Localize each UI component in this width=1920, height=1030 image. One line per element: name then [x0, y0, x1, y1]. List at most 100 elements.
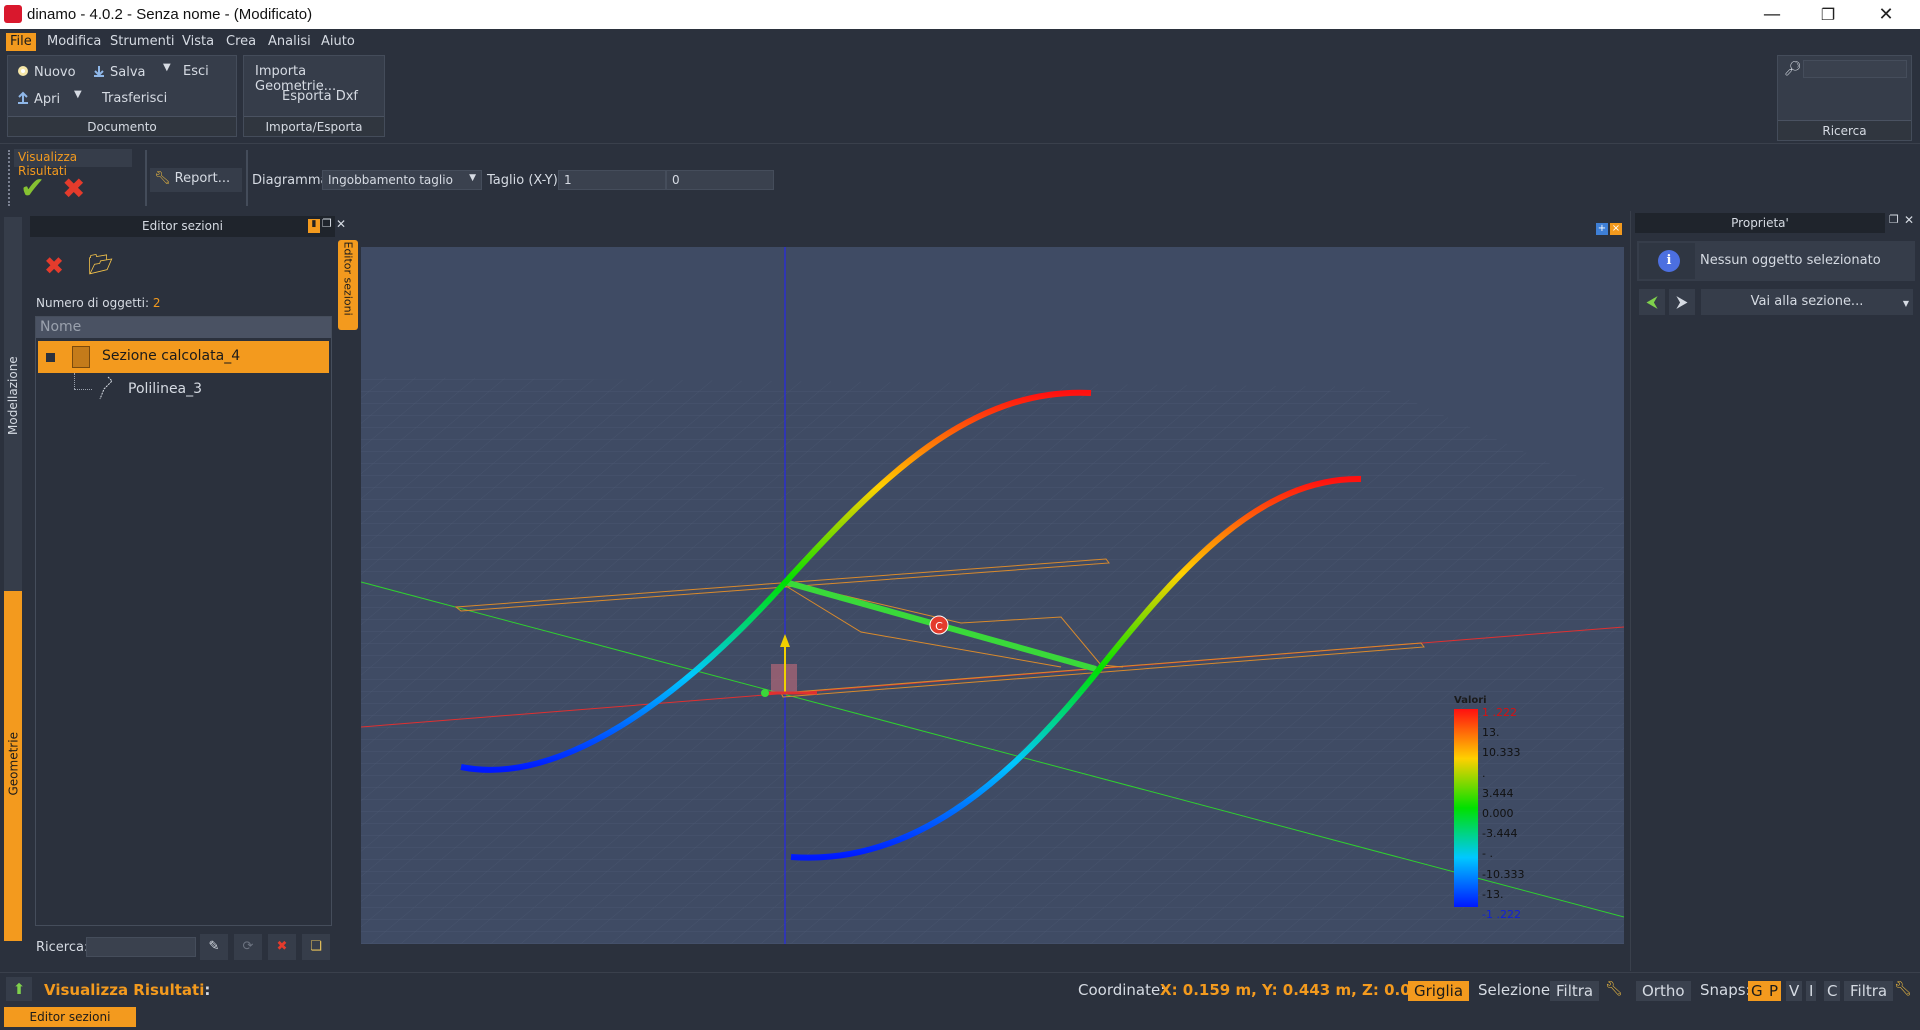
- trasferisci-button[interactable]: Trasferisci: [102, 91, 167, 106]
- tree-line: [74, 373, 75, 389]
- list-item[interactable]: Sezione calcolata_4: [38, 341, 329, 373]
- legend-label: -10.333: [1482, 867, 1525, 881]
- tab-editor-sezioni-bottom[interactable]: Editor sezioni: [4, 1007, 136, 1027]
- legend-labels: 1 .222 13. 10.333 . 3.444 0.000 -3.444 -…: [1482, 703, 1524, 925]
- close-view-icon[interactable]: ×: [1610, 223, 1622, 235]
- coord-label: Coordinate:: [1078, 981, 1166, 999]
- up-arrow-icon[interactable]: ⬆: [6, 977, 32, 1001]
- float-icon[interactable]: ❐: [1889, 213, 1899, 226]
- menu-strumenti[interactable]: Strumenti: [106, 33, 179, 51]
- tab-geometrie[interactable]: Geometrie: [4, 591, 22, 941]
- polyline-icon: [94, 375, 116, 403]
- forward-arrow-icon[interactable]: ⮞: [1669, 289, 1695, 315]
- brush-icon[interactable]: ✎: [200, 934, 228, 960]
- panel-title: Editor sezioni: [30, 216, 335, 237]
- report-button[interactable]: 🔧︎ Report...: [150, 168, 242, 192]
- minimize-button[interactable]: —: [1744, 0, 1800, 29]
- snap-i[interactable]: I: [1806, 981, 1817, 1001]
- menu-aiuto[interactable]: Aiuto: [317, 33, 359, 51]
- properties-title: Proprieta': [1635, 213, 1885, 233]
- snaps-label: Snaps:: [1700, 981, 1751, 999]
- ortho-toggle[interactable]: Ortho: [1636, 981, 1691, 1001]
- clear-icon[interactable]: ✖: [268, 934, 296, 960]
- legend-label: 10.333: [1482, 746, 1521, 760]
- legend-label: -3.444: [1482, 827, 1518, 841]
- toolbar-grip: [8, 150, 10, 206]
- app-icon: [4, 5, 22, 23]
- menu-crea[interactable]: Crea: [222, 33, 260, 51]
- legend-label: - .: [1482, 847, 1493, 861]
- delete-icon[interactable]: ✖: [44, 252, 64, 280]
- confirm-icon[interactable]: ✔: [20, 174, 45, 204]
- diagramma-select[interactable]: Ingobbamento taglio ▼: [322, 170, 482, 190]
- salva-dropdown-icon[interactable]: ▼: [163, 62, 171, 73]
- taglio-x-input[interactable]: 1: [558, 170, 666, 190]
- legend-label: -13.: [1482, 887, 1504, 901]
- importa-group-title: Importa/Esporta: [244, 116, 384, 136]
- apri-dropdown-icon[interactable]: ▼: [74, 89, 82, 100]
- wrench-icon[interactable]: 🔧︎: [1894, 981, 1912, 997]
- snap-g[interactable]: G: [1748, 981, 1766, 1001]
- documento-group-title: Documento: [8, 116, 236, 136]
- window-title: dinamo - 4.0.2 - Senza nome - (Modificat…: [27, 6, 313, 23]
- nuovo-button[interactable]: Nuovo: [16, 64, 76, 80]
- close-panel-icon[interactable]: ✕: [336, 217, 346, 231]
- menu-file[interactable]: File: [6, 33, 36, 51]
- snap-p[interactable]: P: [1766, 981, 1782, 1001]
- apri-button[interactable]: Apri: [16, 91, 60, 107]
- tab-editor-sezioni-side[interactable]: Editor sezioni: [338, 240, 358, 330]
- info-row: i Nessun oggetto selezionato: [1637, 241, 1915, 281]
- taglio-label: Taglio (X-Y): [487, 173, 558, 188]
- info-icon-box: i: [1639, 243, 1695, 279]
- float-icon[interactable]: ❐: [322, 217, 332, 230]
- esporta-dxf-button[interactable]: Esporta Dxf: [282, 89, 358, 104]
- editor-sezioni-panel: Editor sezioni ▮ ❐ ✕ ✖ 📂︎ Numero di ogge…: [30, 216, 346, 962]
- folder-open-icon[interactable]: 📂︎: [88, 252, 113, 276]
- legend-bar: [1454, 709, 1478, 907]
- importa-group: Importa Geometrie... Esporta Dxf Importa…: [243, 55, 385, 137]
- viewport-header: + ×: [361, 211, 1624, 247]
- snap-v[interactable]: V: [1786, 981, 1803, 1001]
- item-label: Polilinea_3: [128, 381, 203, 397]
- menu-analisi[interactable]: Analisi: [264, 33, 315, 51]
- column-header-nome[interactable]: Nome: [36, 317, 331, 338]
- save-icon: [94, 66, 104, 77]
- esci-button[interactable]: Esci: [183, 64, 209, 79]
- 3d-viewport[interactable]: C Valori 1 .222 13. 10.333 . 3.444 0.000…: [361, 247, 1624, 944]
- menu-modifica[interactable]: Modifica: [43, 33, 105, 51]
- snap-c[interactable]: C: [1824, 981, 1841, 1001]
- filtra-snaps-button[interactable]: Filtra: [1844, 981, 1894, 1001]
- griglia-toggle[interactable]: Griglia: [1408, 981, 1470, 1001]
- pin-icon[interactable]: ▮: [308, 219, 320, 233]
- legend-label: 3.444: [1482, 786, 1514, 800]
- menu-vista[interactable]: Vista: [178, 33, 218, 51]
- count-row: Numero di oggetti: 2: [36, 296, 160, 310]
- toolbar-separator: [145, 150, 147, 206]
- objects-list[interactable]: Nome Sezione calcolata_4 Polilinea_3: [35, 316, 332, 926]
- close-window-button[interactable]: ✕: [1858, 0, 1914, 29]
- cancel-icon[interactable]: ✖: [62, 174, 85, 204]
- report-label: Report...: [174, 171, 231, 186]
- back-arrow-icon[interactable]: ⮜: [1639, 289, 1665, 315]
- tab-modellazione[interactable]: Modellazione: [4, 217, 22, 592]
- refresh-icon[interactable]: ⟳: [234, 934, 262, 960]
- add-view-icon[interactable]: +: [1596, 223, 1608, 235]
- close-panel-icon[interactable]: ✕: [1904, 213, 1914, 227]
- mode-suffix: :: [204, 981, 211, 999]
- ribbon: Nuovo Salva ▼ Esci Apri ▼ Trasferisci Do…: [0, 53, 1920, 143]
- layers-icon[interactable]: ❏: [302, 934, 330, 960]
- wrench-icon[interactable]: 🔧︎: [1605, 981, 1623, 997]
- salva-button[interactable]: Salva: [92, 64, 146, 80]
- taglio-y-input[interactable]: 0: [666, 170, 774, 190]
- item-label: Sezione calcolata_4: [102, 348, 241, 364]
- tab-modellazione-label: Modellazione: [6, 356, 20, 435]
- salva-label: Salva: [110, 65, 146, 80]
- filtra-selection-button[interactable]: Filtra: [1550, 981, 1600, 1001]
- collapse-icon[interactable]: [46, 353, 55, 362]
- search-input[interactable]: [1803, 60, 1907, 78]
- legend-label: .: [1482, 766, 1486, 780]
- goto-section-button[interactable]: Vai alla sezione... ▼: [1701, 289, 1913, 315]
- info-icon: i: [1658, 250, 1680, 272]
- list-search-input[interactable]: [86, 937, 196, 957]
- restore-button[interactable]: ❐: [1800, 0, 1856, 29]
